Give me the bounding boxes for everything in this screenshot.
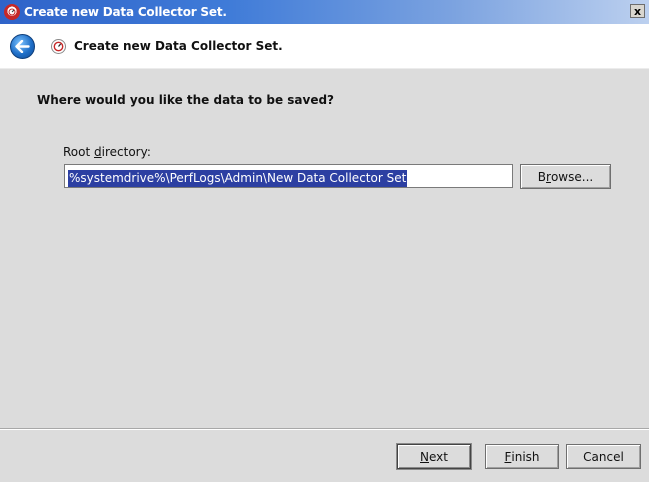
finish-button[interactable]: Finish: [485, 444, 559, 469]
close-button[interactable]: x: [630, 4, 645, 18]
gauge-icon: [8, 8, 16, 16]
app-icon: [4, 4, 20, 20]
root-directory-value: %systemdrive%\PerfLogs\Admin\New Data Co…: [68, 170, 408, 187]
gauge-icon: [53, 41, 64, 51]
wizard-title: Create new Data Collector Set.: [74, 39, 283, 53]
root-directory-accelerator: d: [94, 145, 102, 159]
browse-label-part: owse...: [550, 169, 594, 184]
root-directory-label: Root directory:: [63, 145, 151, 159]
browse-label-part: B: [537, 169, 547, 184]
next-button[interactable]: Next: [397, 444, 471, 469]
root-directory-label-part: irectory:: [101, 145, 151, 159]
close-icon: x: [633, 4, 642, 18]
back-arrow-icon: [15, 39, 30, 53]
page-question: Where would you like the data to be save…: [37, 93, 335, 107]
performance-monitor-icon: [51, 38, 66, 54]
finish-accelerator: F: [504, 449, 512, 464]
browse-button[interactable]: Br owse...: [520, 164, 611, 189]
title-bar[interactable]: Create new Data Collector Set. x: [0, 0, 649, 24]
footer-divider: [0, 428, 649, 429]
back-button[interactable]: [10, 33, 35, 59]
root-directory-label-part: Root: [63, 145, 95, 159]
cancel-button[interactable]: Cancel: [566, 444, 641, 469]
next-label-part: ext: [429, 449, 448, 464]
cancel-label: Cancel: [583, 449, 624, 464]
wizard-header: Create new Data Collector Set.: [0, 24, 649, 69]
next-accelerator: N: [420, 449, 429, 464]
root-directory-input[interactable]: %systemdrive%\PerfLogs\Admin\New Data Co…: [64, 164, 513, 188]
finish-label-part: inish: [511, 449, 540, 464]
wizard-window: Create new Data Collector Set. x Create …: [0, 0, 649, 482]
window-title: Create new Data Collector Set.: [24, 5, 227, 19]
